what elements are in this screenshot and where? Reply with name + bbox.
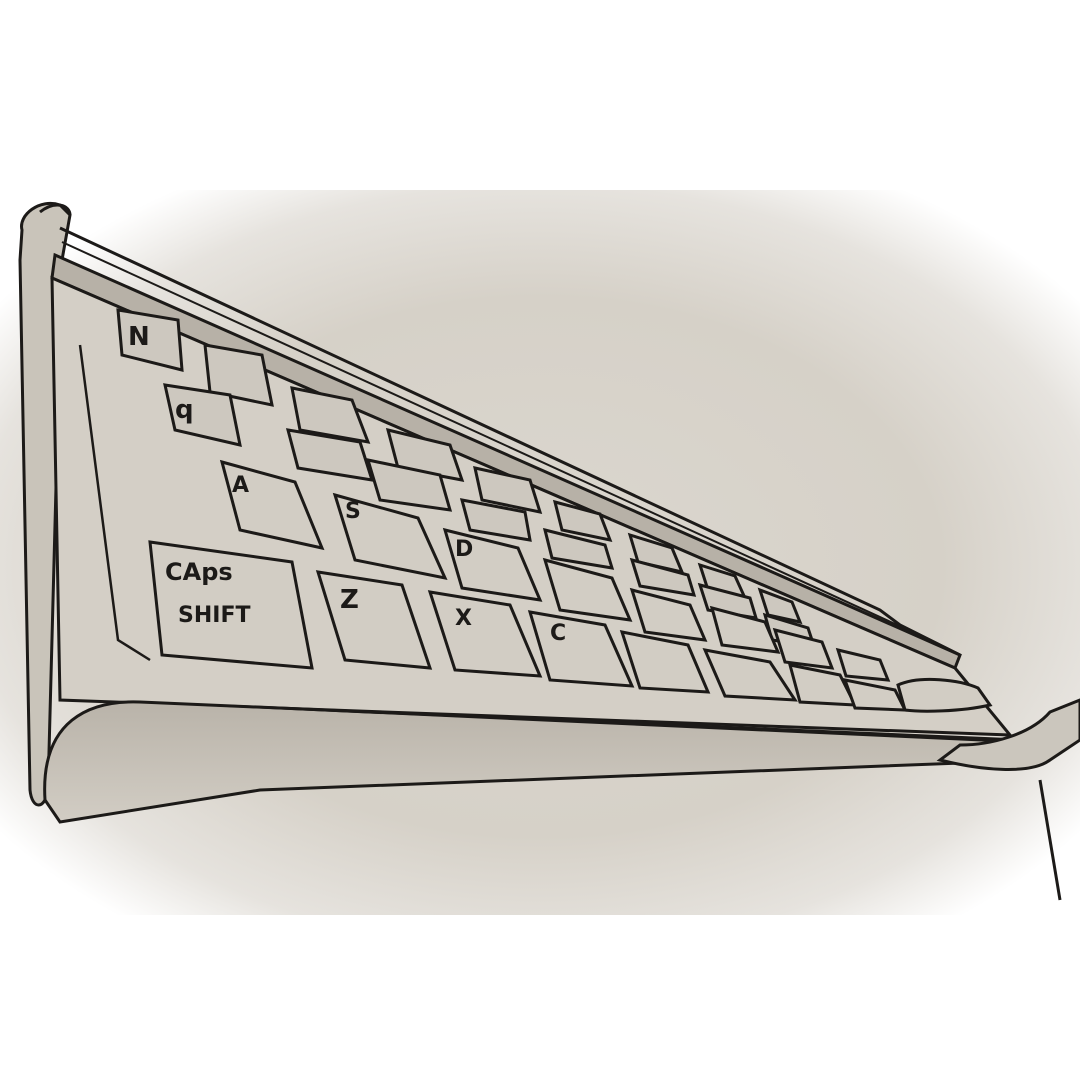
key-label-c: C xyxy=(550,621,566,646)
key-label-n: N xyxy=(128,322,150,352)
sketch-canvas: N q A S D CAps SHIFT Z X C xyxy=(0,190,1080,915)
key-label-caps: CAps xyxy=(165,558,233,586)
keyboard-sketch-photo: N q A S D CAps SHIFT Z X C xyxy=(0,0,1080,1080)
key-label-q: q xyxy=(175,395,194,425)
key-label-d: D xyxy=(455,537,473,562)
key-label-x: X xyxy=(455,606,472,631)
key-label-s: S xyxy=(345,499,361,524)
key-label-z: Z xyxy=(340,585,359,615)
key-label-a: A xyxy=(232,473,249,498)
key-label-shift: SHIFT xyxy=(178,603,250,628)
